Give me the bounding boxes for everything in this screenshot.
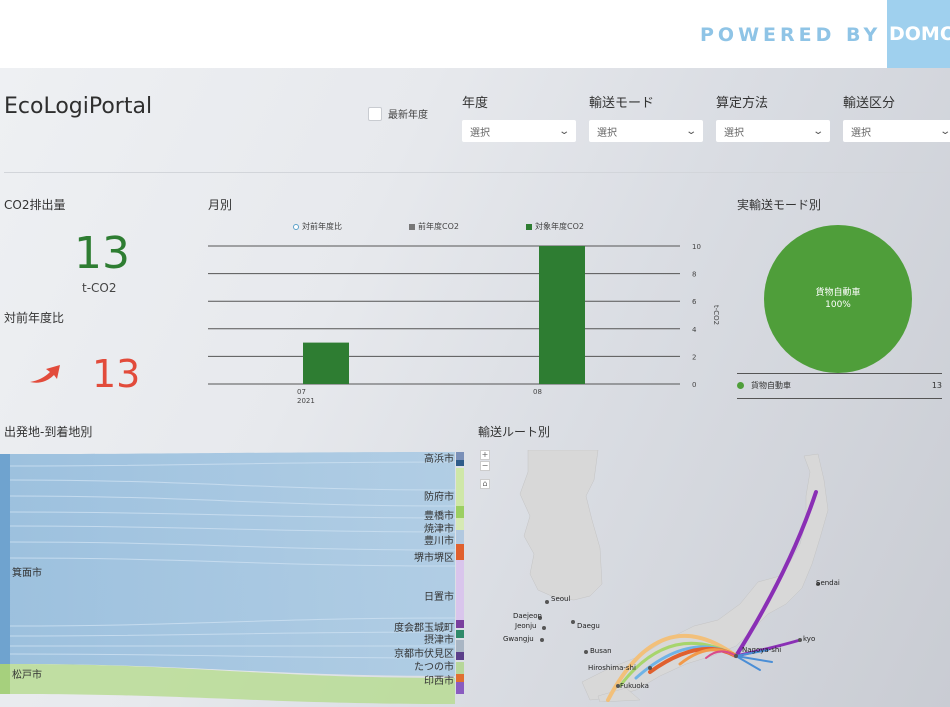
sankey-flow[interactable] xyxy=(10,452,455,676)
y-axis-label: t-CO2 xyxy=(712,305,720,325)
legend-current-co2[interactable]: 対象年度CO2 xyxy=(526,221,584,232)
city-label: Nagoya-shi xyxy=(742,646,782,654)
sankey-title: 出発地-到着地別 xyxy=(4,425,93,439)
bar[interactable] xyxy=(303,342,349,384)
filter-year-select[interactable]: 選択 ⌄ xyxy=(462,120,576,142)
route-map[interactable] xyxy=(490,450,890,702)
filter-transport-category-select[interactable]: 選択 ⌄ xyxy=(843,120,950,142)
pie-legend-rule xyxy=(737,373,942,374)
x-tick-label: 07 xyxy=(297,388,306,396)
square-icon xyxy=(526,223,532,230)
sankey-dest-label: 豊川市 xyxy=(424,536,454,547)
sankey-source-label: 箕面市 xyxy=(12,568,42,579)
sankey-dest-label: 印西市 xyxy=(424,676,454,687)
city-label: Seoul xyxy=(551,595,571,603)
sankey-destination-nodes xyxy=(456,452,464,694)
mode-title: 実輸送モード別 xyxy=(737,198,822,212)
domo-logo: DOMO xyxy=(887,0,950,68)
filter-calc-method: 算定方法 選択 ⌄ xyxy=(716,92,830,142)
city-label: Hiroshima-shi xyxy=(588,664,636,672)
city-label: Sendai xyxy=(816,579,840,587)
pie-legend-label: 貨物自動車 xyxy=(751,381,791,390)
y-tick-label: 4 xyxy=(692,326,697,334)
sankey-dest-label: 防府市 xyxy=(424,492,454,503)
co2-title: CO2排出量 xyxy=(4,198,66,212)
legend-prev-co2[interactable]: 前年度CO2 xyxy=(409,221,459,232)
monthly-title: 月別 xyxy=(208,198,233,212)
co2-value: 13 xyxy=(74,228,130,279)
sankey-source-node[interactable] xyxy=(0,664,10,694)
x-tick-sublabel: 2021 xyxy=(297,397,315,405)
sankey-dest-label: 高浜市 xyxy=(424,454,454,465)
monthly-bar-chart: 0 2 4 6 8 10 t-CO2 072021 08 xyxy=(208,243,720,405)
square-icon xyxy=(409,223,415,230)
sankey-dest-label: 堺市堺区 xyxy=(414,553,454,564)
legend-dot-icon xyxy=(737,382,744,389)
chevron-down-icon: ⌄ xyxy=(684,125,697,137)
y-tick-label: 10 xyxy=(692,243,701,251)
city-label: Daegu xyxy=(577,622,600,630)
city-label: kyo xyxy=(803,635,816,643)
dashboard: EcoLogiPortal 最新年度 年度 選択 ⌄ 輸送モード 選択 ⌄ 算定方法… xyxy=(0,68,950,707)
y-tick-label: 0 xyxy=(692,381,696,389)
top-banner: POWERED BY DOMO xyxy=(0,0,950,68)
legend-yoy[interactable]: 対前年度比 xyxy=(293,221,342,232)
filter-transport-category: 輸送区分 選択 ⌄ xyxy=(843,92,950,142)
sankey-chart xyxy=(0,452,464,704)
up-right-arrow-icon xyxy=(28,362,64,395)
pie-slice-pct: 100% xyxy=(825,300,851,310)
pie-legend-item[interactable]: 貨物自動車 13 xyxy=(737,380,942,391)
filter-transport-mode: 輸送モード 選択 ⌄ xyxy=(589,92,703,142)
filter-year: 年度 選択 ⌄ xyxy=(462,92,576,142)
sankey-dest-label: 日置市 xyxy=(424,592,454,603)
powered-by-text: POWERED BY xyxy=(700,24,882,46)
y-tick-label: 6 xyxy=(692,298,697,306)
page-title: EcoLogiPortal xyxy=(4,94,153,119)
y-tick-label: 8 xyxy=(692,271,696,279)
latest-year-label: 最新年度 xyxy=(388,110,428,121)
filter-label: 年度 xyxy=(462,96,489,111)
chevron-down-icon: ⌄ xyxy=(938,125,950,137)
y-tick-label: 2 xyxy=(692,353,696,361)
sankey-dest-label: たつの市 xyxy=(414,662,454,673)
filter-label: 輸送区分 xyxy=(843,96,896,111)
chevron-down-icon: ⌄ xyxy=(811,125,824,137)
zoom-out-button[interactable]: − xyxy=(480,461,490,471)
filter-label: 算定方法 xyxy=(716,96,769,111)
route-map-title: 輸送ルート別 xyxy=(478,425,551,439)
city-label: Gwangju xyxy=(503,635,534,643)
pie-slice[interactable] xyxy=(764,225,912,373)
header-divider xyxy=(4,172,944,173)
latest-year-toggle[interactable]: 最新年度 xyxy=(368,106,428,121)
bar[interactable] xyxy=(539,246,585,384)
pie-legend-value: 13 xyxy=(931,381,942,390)
zoom-in-button[interactable]: + xyxy=(480,450,490,460)
home-button[interactable]: ⌂ xyxy=(480,479,490,489)
x-tick-label: 08 xyxy=(533,388,542,396)
co2-unit: t-CO2 xyxy=(82,281,117,295)
yoy-title: 対前年度比 xyxy=(4,311,65,325)
city-label: Daejeon xyxy=(513,612,542,620)
circle-icon xyxy=(293,223,299,230)
filter-calc-method-select[interactable]: 選択 ⌄ xyxy=(716,120,830,142)
city-label: Jeonju xyxy=(515,622,537,630)
sankey-source-label: 松戸市 xyxy=(12,670,42,681)
sankey-dest-label: 摂津市 xyxy=(424,635,454,646)
sankey-source-node[interactable] xyxy=(0,454,10,664)
mode-pie-chart: 貨物自動車 100% xyxy=(764,225,912,373)
yoy-value: 13 xyxy=(92,352,141,396)
pie-legend-rule xyxy=(737,398,942,399)
latest-year-checkbox[interactable] xyxy=(368,106,382,121)
filter-label: 輸送モード xyxy=(589,96,655,111)
chevron-down-icon: ⌄ xyxy=(557,125,570,137)
pie-slice-label: 貨物自動車 xyxy=(815,286,860,298)
city-label: Busan xyxy=(590,647,612,655)
filter-transport-mode-select[interactable]: 選択 ⌄ xyxy=(589,120,703,142)
city-label: Fukuoka xyxy=(620,682,649,690)
